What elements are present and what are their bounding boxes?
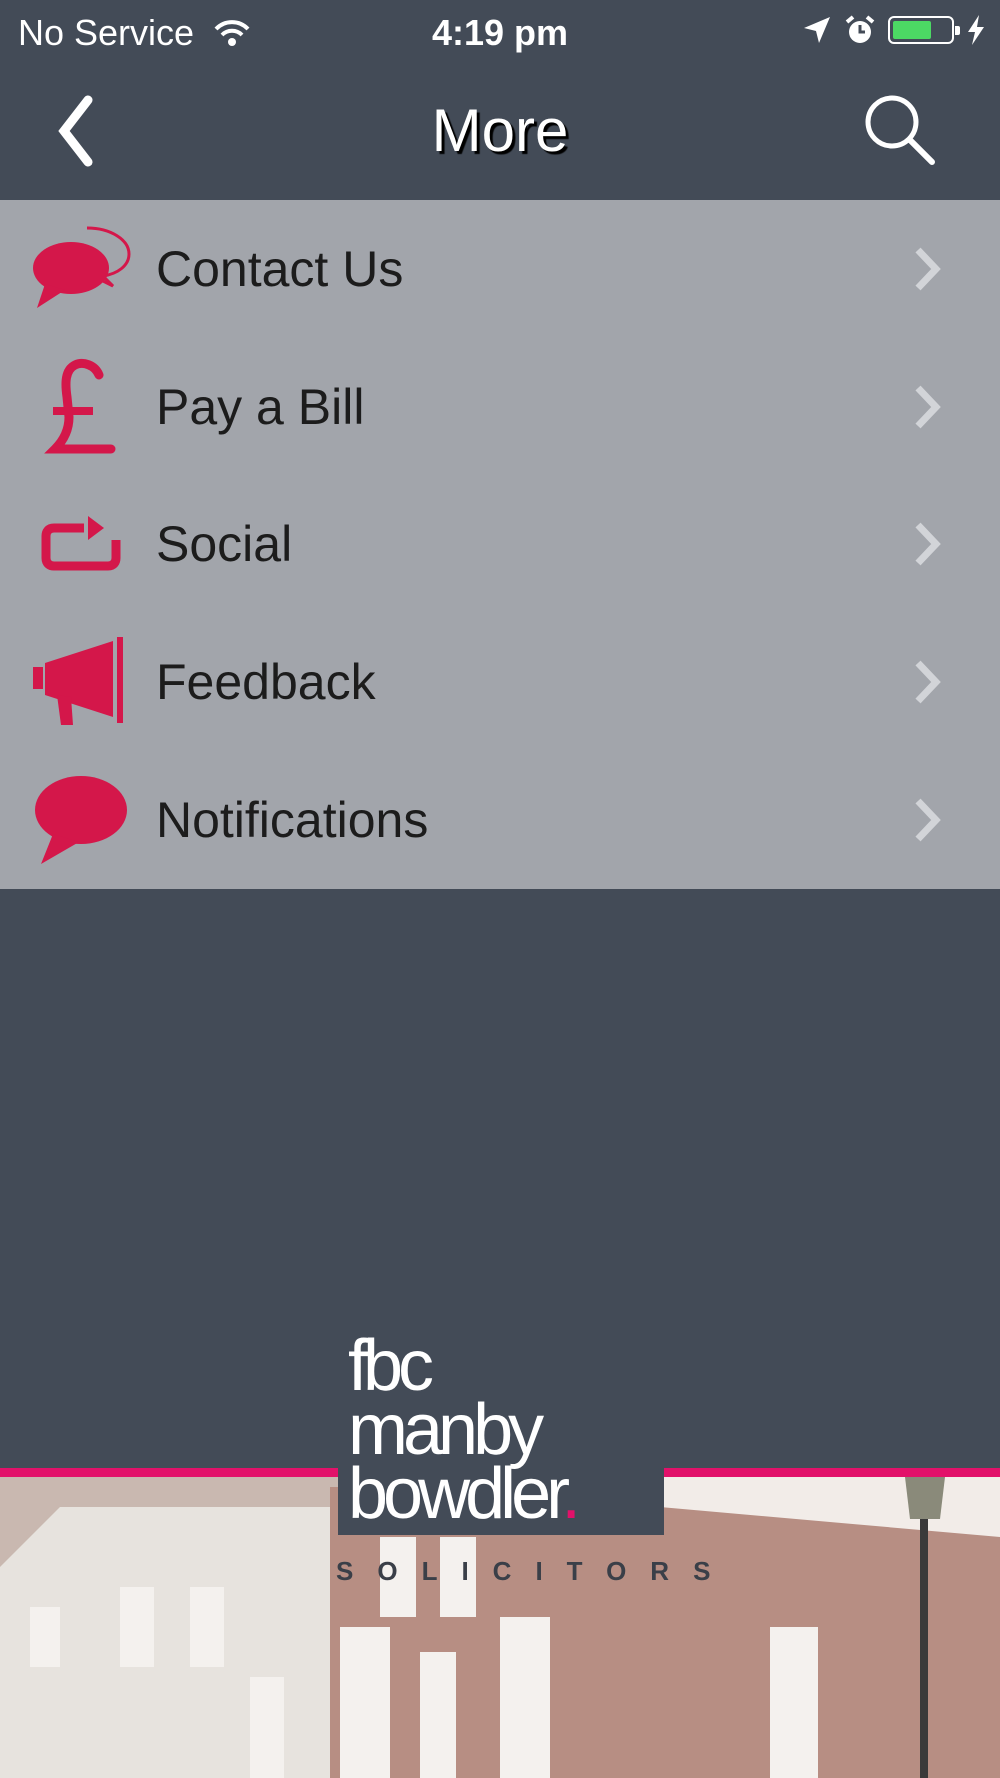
menu-item-label: Notifications: [156, 792, 429, 849]
speech-bubbles-icon: [26, 214, 136, 324]
charging-icon: [968, 15, 984, 45]
brand-logo: fbc manby bowdler.: [338, 1330, 664, 1535]
megaphone-icon: [26, 627, 136, 737]
menu-item-label: Social: [156, 516, 293, 573]
menu-item-social[interactable]: Social: [0, 476, 1000, 614]
logo-line-3: bowdler.: [348, 1458, 581, 1530]
location-icon: [804, 17, 830, 43]
battery-fill: [893, 21, 932, 39]
share-icon: [26, 489, 136, 599]
pound-sign-icon: [26, 352, 136, 462]
chevron-right-icon: [915, 660, 941, 704]
alarm-icon: [845, 15, 875, 43]
chevron-right-icon: [915, 385, 941, 429]
chevron-right-icon: [915, 247, 941, 291]
menu-item-pay-a-bill[interactable]: Pay a Bill: [0, 338, 1000, 476]
chevron-right-icon: [915, 798, 941, 842]
brand-tagline: SOLICITORS: [336, 1556, 735, 1586]
menu-item-contact-us[interactable]: Contact Us: [0, 200, 1000, 338]
battery-icon: [888, 16, 960, 44]
chevron-right-icon: [915, 523, 941, 566]
nav-bar: More: [0, 64, 1000, 200]
search-icon[interactable]: [862, 92, 938, 168]
menu-item-label: Pay a Bill: [156, 378, 365, 435]
status-bar: No Service 4:19 pm: [0, 0, 1000, 64]
logo-dot: .: [561, 1454, 581, 1534]
menu-item-notifications[interactable]: Notifications: [0, 751, 1000, 889]
logo-line-3-text: bowdler: [348, 1454, 566, 1534]
more-menu: Contact Us Pay a Bill Social Feedback No…: [0, 200, 1000, 889]
status-right: [802, 14, 986, 46]
page-title: More: [431, 97, 569, 164]
menu-item-feedback[interactable]: Feedback: [0, 613, 1000, 751]
menu-item-label: Feedback: [156, 654, 376, 711]
battery-cap: [955, 26, 960, 35]
menu-item-label: Contact Us: [156, 240, 404, 297]
speech-bubble-icon: [26, 765, 136, 875]
